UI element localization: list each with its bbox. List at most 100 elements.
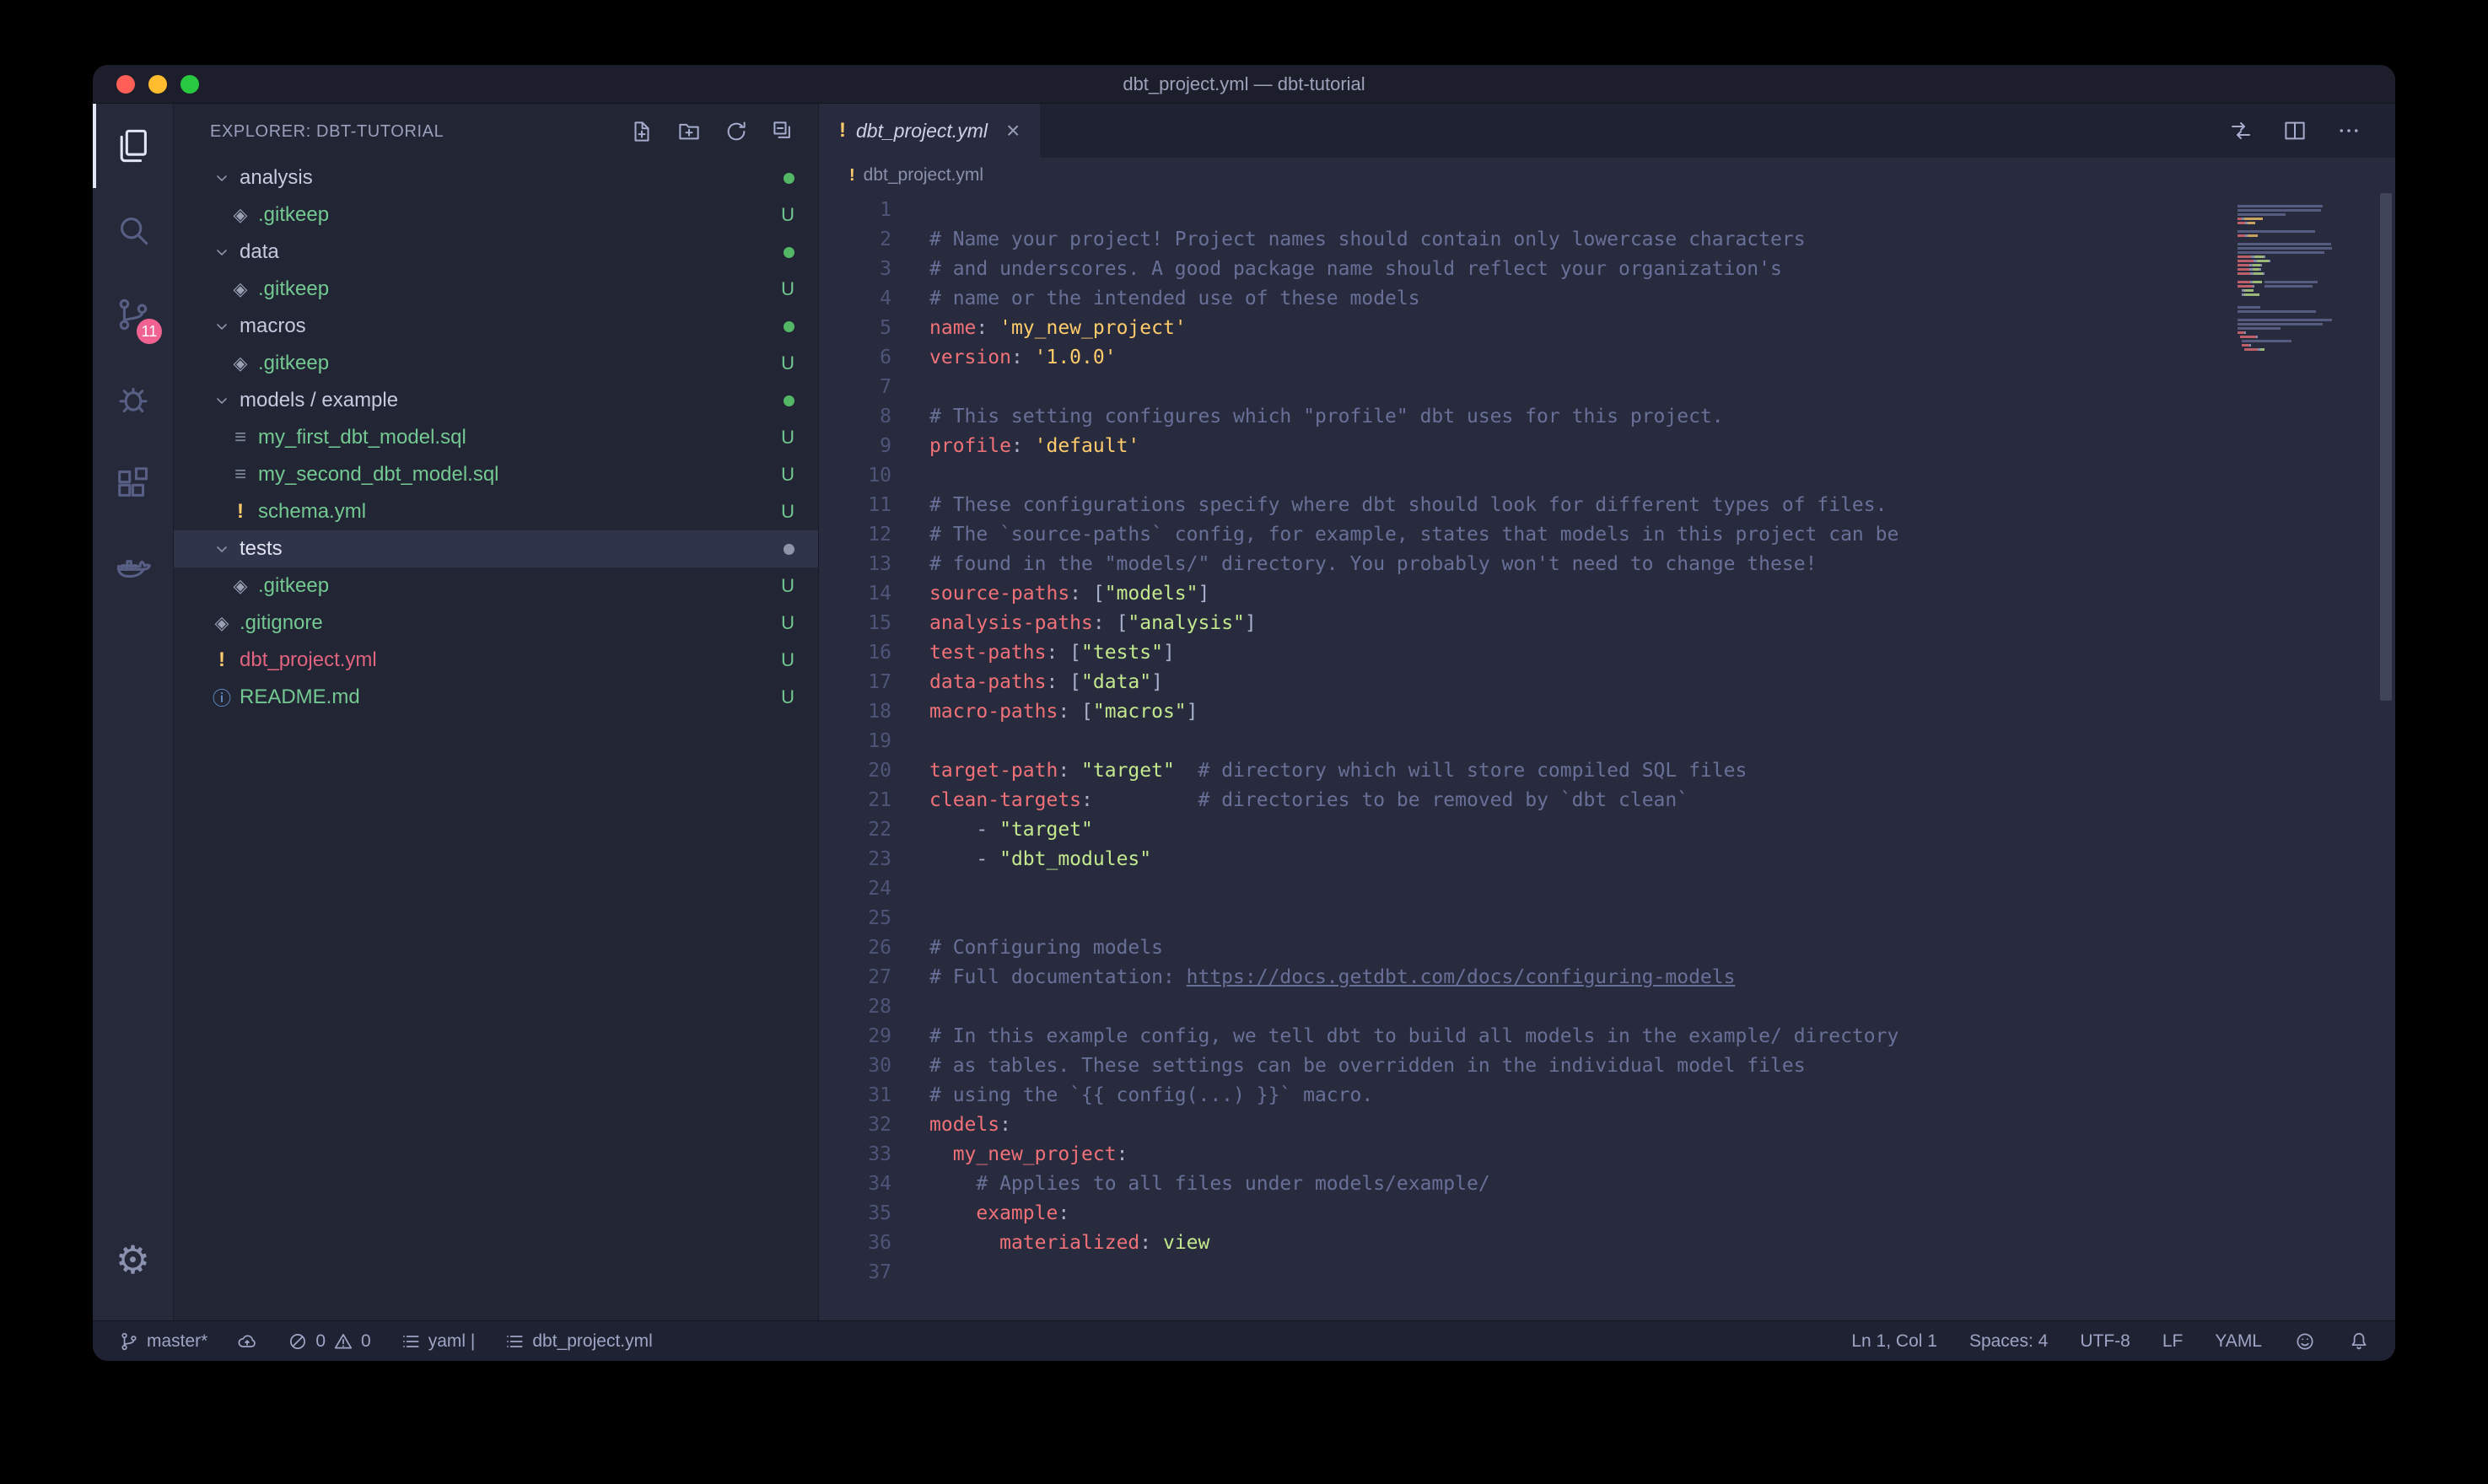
problems-status[interactable]: 00 <box>287 1331 370 1352</box>
code-editor[interactable]: 12# Name your project! Project names sho… <box>819 193 2238 1320</box>
file-gitignore[interactable]: ◈.gitignoreU <box>174 605 818 642</box>
line-number: 3 <box>819 255 891 284</box>
branch-status[interactable]: master* <box>118 1331 207 1352</box>
debug-icon <box>114 379 153 418</box>
line-number: 19 <box>819 727 891 756</box>
code-line-5: 5name: 'my_new_project' <box>819 314 2238 343</box>
breadcrumb[interactable]: ! dbt_project.yml <box>819 158 2395 193</box>
item-label: .gitignore <box>240 611 323 635</box>
scrollbar-thumb[interactable] <box>2380 193 2392 701</box>
yaml-schema-status[interactable]: yaml | <box>400 1331 476 1352</box>
line-number: 14 <box>819 579 891 609</box>
folder-models-example[interactable]: models / example <box>174 382 818 419</box>
code-line-37: 37 <box>819 1258 2238 1288</box>
new-file-button[interactable] <box>629 119 654 144</box>
activity-search-button[interactable] <box>93 188 173 272</box>
notifications[interactable] <box>2348 1331 2370 1352</box>
activity-debug-button[interactable] <box>93 357 173 441</box>
explorer-sidebar: EXPLORER: DBT-TUTORIAL analysis◈.gitkeep… <box>174 104 819 1320</box>
titlebar: dbt_project.yml — dbt-tutorial <box>93 65 2395 104</box>
line-number: 35 <box>819 1199 891 1229</box>
tab-label: dbt_project.yml <box>856 120 988 142</box>
open-changes-button[interactable] <box>2228 118 2254 143</box>
line-number: 6 <box>819 343 891 373</box>
file-my-first-dbt-model-sql[interactable]: ≡my_first_dbt_model.sqlU <box>174 419 818 456</box>
line-number: 17 <box>819 668 891 697</box>
yaml-file-status[interactable]: dbt_project.yml <box>504 1331 652 1352</box>
line-number: 13 <box>819 550 891 579</box>
item-label: analysis <box>240 166 313 190</box>
folder-data[interactable]: data <box>174 234 818 271</box>
folder-analysis[interactable]: analysis <box>174 159 818 196</box>
code-line-16: 16test-paths: ["tests"] <box>819 638 2238 668</box>
line-number: 36 <box>819 1229 891 1258</box>
window-controls <box>93 75 199 94</box>
code-line-30: 30# as tables. These settings can be ove… <box>819 1051 2238 1081</box>
language-mode[interactable]: YAML <box>2215 1331 2262 1352</box>
item-label: my_first_dbt_model.sql <box>258 426 466 449</box>
chevron-down-icon <box>207 539 236 559</box>
error-icon <box>287 1331 309 1352</box>
tab-dbt-project-yml[interactable]: ! dbt_project.yml × <box>819 104 1040 158</box>
editor-scrollbar[interactable] <box>2377 193 2395 1320</box>
line-number: 10 <box>819 461 891 491</box>
git-file-icon: ◈ <box>234 575 248 597</box>
item-label: .gitkeep <box>258 277 329 301</box>
sidebar-title: EXPLORER: DBT-TUTORIAL <box>210 122 444 142</box>
line-number: 27 <box>819 963 891 992</box>
code-line-10: 10 <box>819 461 2238 491</box>
changes-dot-icon <box>784 544 794 555</box>
close-tab-icon[interactable]: × <box>1006 119 1020 142</box>
item-label: README.md <box>240 686 360 709</box>
activity-source-control-button[interactable]: 11 <box>93 272 173 357</box>
close-window-button[interactable] <box>116 75 135 94</box>
language-mode-label: YAML <box>2215 1331 2262 1352</box>
eol-sequence[interactable]: LF <box>2162 1331 2184 1352</box>
zoom-window-button[interactable] <box>180 75 199 94</box>
line-number: 24 <box>819 874 891 904</box>
split-editor-button[interactable] <box>2282 118 2308 143</box>
file-dbt-project-yml[interactable]: !dbt_project.ymlU <box>174 642 818 679</box>
feedback[interactable] <box>2294 1331 2316 1352</box>
git-status-badge: U <box>781 278 794 300</box>
collapse-all-button[interactable] <box>771 119 796 144</box>
file-gitkeep[interactable]: ◈.gitkeepU <box>174 271 818 308</box>
activity-docker-button[interactable] <box>93 525 173 610</box>
encoding[interactable]: UTF-8 <box>2080 1331 2130 1352</box>
vscode-window: dbt_project.yml — dbt-tutorial 11 ⚙ EXPL… <box>93 65 2395 1361</box>
file-my-second-dbt-model-sql[interactable]: ≡my_second_dbt_model.sqlU <box>174 456 818 493</box>
code-area: 12# Name your project! Project names sho… <box>819 193 2395 1320</box>
item-label: .gitkeep <box>258 574 329 598</box>
settings-button[interactable]: ⚙ <box>93 1218 173 1302</box>
file-readme-md[interactable]: ⓘREADME.mdU <box>174 679 818 716</box>
more-actions-button[interactable] <box>2336 118 2361 143</box>
file-gitkeep[interactable]: ◈.gitkeepU <box>174 196 818 234</box>
indentation[interactable]: Spaces: 4 <box>1969 1331 2048 1352</box>
code-line-27: 27# Full documentation: https://docs.get… <box>819 963 2238 992</box>
file-gitkeep[interactable]: ◈.gitkeepU <box>174 567 818 605</box>
code-line-4: 4# name or the intended use of these mod… <box>819 284 2238 314</box>
problems-status-label: 0 <box>361 1331 371 1352</box>
item-label: .gitkeep <box>258 203 329 227</box>
minimize-window-button[interactable] <box>148 75 167 94</box>
code-line-14: 14source-paths: ["models"] <box>819 579 2238 609</box>
file-gitkeep[interactable]: ◈.gitkeepU <box>174 345 818 382</box>
line-number: 5 <box>819 314 891 343</box>
line-number: 22 <box>819 815 891 845</box>
minimap[interactable] <box>2238 193 2377 1320</box>
code-line-20: 20target-path: "target" # directory whic… <box>819 756 2238 786</box>
yaml-file-icon: ! <box>839 119 846 142</box>
activity-extensions-button[interactable] <box>93 441 173 525</box>
folder-macros[interactable]: macros <box>174 308 818 345</box>
file-schema-yml[interactable]: !schema.ymlU <box>174 493 818 530</box>
folder-tests[interactable]: tests <box>174 530 818 567</box>
new-folder-button[interactable] <box>676 119 702 144</box>
cursor-position[interactable]: Ln 1, Col 1 <box>1851 1331 1937 1352</box>
refresh-button[interactable] <box>724 119 749 144</box>
activity-explorer-button[interactable] <box>93 104 173 188</box>
item-label: models / example <box>240 389 398 412</box>
code-line-28: 28 <box>819 992 2238 1022</box>
publish-status[interactable] <box>236 1331 258 1352</box>
smiley-icon <box>2294 1331 2316 1352</box>
docker-icon <box>114 548 153 587</box>
